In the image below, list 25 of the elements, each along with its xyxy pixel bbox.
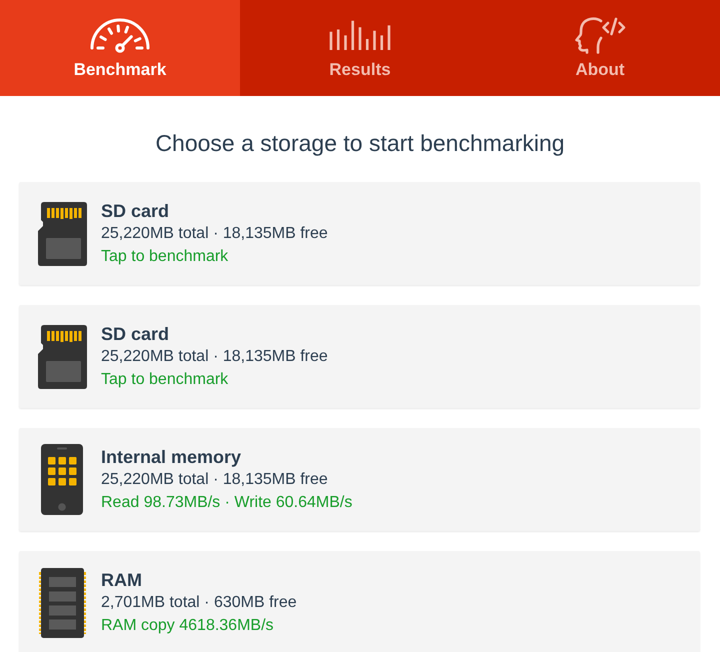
sd-card-icon [38, 202, 86, 266]
gauge-icon [88, 17, 152, 53]
ram-chip-icon [38, 568, 86, 638]
storage-name: RAM [101, 568, 142, 590]
storage-card[interactable]: SD card 25,220MB total · 18,135MB free Tap to benchmark [19, 182, 700, 285]
benchmark-status: Tap to benchmark [101, 370, 228, 390]
phone-icon [41, 444, 83, 515]
storage-name: SD card [101, 322, 170, 344]
benchmark-status: Read 98.73MB/s · Write 60.64MB/s [101, 492, 352, 512]
sd-card-icon [38, 324, 86, 388]
storage-size: 2,701MB total · 630MB free [101, 592, 297, 612]
bars-icon [329, 19, 391, 51]
storage-size: 25,220MB total · 18,135MB free [101, 470, 328, 490]
benchmark-status: Tap to benchmark [101, 246, 228, 266]
storage-card[interactable]: RAM 2,701MB total · 630MB free RAM copy 4618.36MB/s [19, 551, 700, 652]
storage-name: SD card [101, 200, 170, 222]
storage-name: Internal memory [101, 446, 242, 468]
storage-size: 25,220MB total · 18,135MB free [101, 224, 328, 244]
head-code-icon [572, 16, 628, 54]
storage-card[interactable]: Internal memory 25,220MB total · 18,135MB free Read 98.73MB/s · Write 60.64MB/s [19, 428, 700, 531]
tab[interactable]: Benchmark [0, 0, 240, 96]
storage-size: 25,220MB total · 18,135MB free [101, 346, 328, 366]
benchmark-status: RAM copy 4618.36MB/s [101, 616, 274, 636]
storage-card[interactable]: SD card 25,220MB total · 18,135MB free Tap to benchmark [19, 305, 700, 408]
page-heading: Choose a storage to start benchmarking [154, 129, 566, 158]
